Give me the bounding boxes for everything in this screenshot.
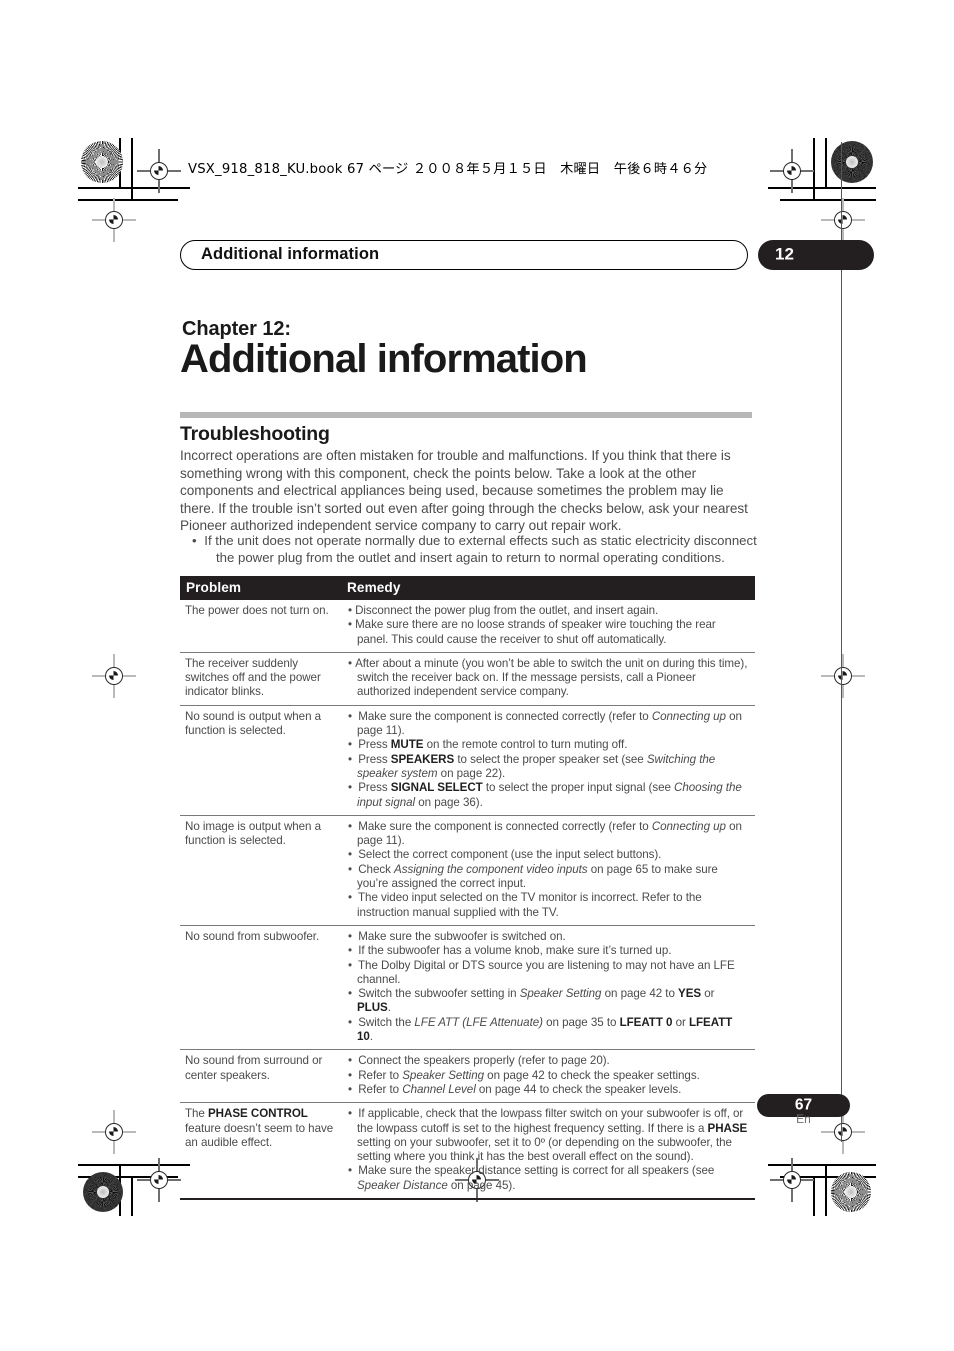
registration-mark-top-right-inner <box>770 149 814 193</box>
cell-remedy: •After about a minute (you won’t be able… <box>341 652 755 706</box>
gutter-guide-line <box>841 142 843 1142</box>
column-header-problem: Problem <box>180 576 341 600</box>
cell-remedy: • Make sure the component is connected c… <box>341 705 755 816</box>
cell-remedy: • Make sure the component is connected c… <box>341 815 755 926</box>
print-file-line: VSX_918_818_KU.book 67 ページ ２００８年５月１５日 木曜… <box>188 162 708 177</box>
cell-remedy: • Make sure the subwoofer is switched on… <box>341 925 755 1051</box>
cell-problem: No sound is output when a function is se… <box>180 705 341 816</box>
registration-mark-right-middle <box>821 654 865 698</box>
cell-problem: No sound from subwoofer. <box>180 925 341 1051</box>
table-row: No sound is output when a function is se… <box>180 705 755 816</box>
remedy-item: •Make sure there are no loose strands of… <box>348 618 716 646</box>
crop-mark-top-right-h <box>768 187 876 189</box>
table-row: The PHASE CONTROL feature doesn’t seem t… <box>180 1102 755 1200</box>
cell-remedy: • If applicable, check that the lowpass … <box>341 1102 755 1200</box>
remedy-item: • The Dolby Digital or DTS source you ar… <box>348 958 735 986</box>
rosette-mark-bottom-right <box>831 1172 871 1212</box>
running-head-title: Additional information <box>201 245 380 264</box>
table-header-row: Problem Remedy <box>180 576 755 600</box>
rosette-mark-top-right <box>831 141 873 183</box>
remedy-item: • If the subwoofer has a volume knob, ma… <box>348 944 672 958</box>
remedy-item: • Make sure the subwoofer is switched on… <box>348 929 566 943</box>
section-bullet-line-1: If the unit does not operate normally du… <box>204 533 757 548</box>
remedy-item: • Press SIGNAL SELECT to select the prop… <box>348 781 742 809</box>
remedy-item: •After about a minute (you won’t be able… <box>348 656 748 699</box>
remedy-item: • Refer to Channel Level on page 44 to c… <box>348 1082 682 1096</box>
crop-mark-bottom-left-h <box>78 1164 190 1166</box>
section-intro-paragraph: Incorrect operations are often mistaken … <box>180 448 748 534</box>
table-row: No sound from subwoofer. • Make sure the… <box>180 925 755 1051</box>
table-body: The power does not turn on. •Disconnect … <box>180 600 755 1200</box>
section-divider <box>180 412 752 418</box>
registration-mark-bottom-left-inner <box>137 1158 181 1202</box>
table-row: The power does not turn on. •Disconnect … <box>180 600 755 653</box>
table-row: The receiver suddenly switches off and t… <box>180 652 755 706</box>
crop-mark-top-left-v2 <box>131 138 133 200</box>
section-bullet-line-2: the power plug from the outlet and inser… <box>216 550 725 566</box>
chapter-number-badge: 12 <box>758 240 874 270</box>
crop-mark-bottom-right-v <box>825 1164 827 1216</box>
crop-mark-bottom-left-v2 <box>131 1176 133 1216</box>
running-head-pill: Additional information <box>180 240 748 270</box>
remedy-item: • Switch the LFE ATT (LFE Attenuate) on … <box>348 1015 733 1044</box>
crop-mark-top-right-h2 <box>780 199 876 201</box>
remedy-item: • Make sure the speaker distance setting… <box>348 1164 715 1192</box>
remedy-item: • Switch the subwoofer setting in Speake… <box>348 987 715 1015</box>
remedy-item: • Make sure the component is connected c… <box>348 709 742 738</box>
rosette-mark-top-left <box>81 141 123 183</box>
crop-mark-bottom-right-h <box>768 1164 876 1166</box>
section-bullet-item: • If the unit does not operate normally … <box>192 532 758 567</box>
cell-problem: The PHASE CONTROL feature doesn’t seem t… <box>180 1102 341 1200</box>
chapter-number-text: 12 <box>775 244 794 264</box>
crop-mark-top-right-v2 <box>813 138 815 200</box>
cell-remedy: •Disconnect the power plug from the outl… <box>341 600 755 653</box>
remedy-item: • Connect the speakers properly (refer t… <box>348 1054 610 1068</box>
page-language-code: En <box>796 1112 811 1126</box>
cell-problem: The power does not turn on. <box>180 600 341 653</box>
page-canvas: VSX_918_818_KU.book 67 ページ ２００８年５月１５日 木曜… <box>0 0 954 1351</box>
cell-problem: No image is output when a function is se… <box>180 815 341 926</box>
bullet-glyph: • <box>192 533 201 548</box>
crop-mark-top-left-h <box>78 187 190 189</box>
remedy-item: • The video input selected on the TV mon… <box>348 891 702 919</box>
troubleshooting-table: Problem Remedy The power does not turn o… <box>180 576 755 1200</box>
registration-mark-bottom-right-inner <box>770 1158 814 1202</box>
remedy-item: • Select the correct component (use the … <box>348 848 662 862</box>
registration-mark-top-left-inner <box>137 149 181 193</box>
column-header-remedy: Remedy <box>341 576 755 600</box>
table-row: No image is output when a function is se… <box>180 815 755 926</box>
registration-mark-left-upper <box>92 198 136 242</box>
page-title: Additional information <box>180 337 588 381</box>
registration-mark-left-middle <box>92 654 136 698</box>
cell-problem: The receiver suddenly switches off and t… <box>180 652 341 706</box>
rosette-mark-bottom-left <box>83 1172 123 1212</box>
registration-mark-left-lower <box>92 1110 136 1154</box>
remedy-item: • Check Assigning the component video in… <box>348 862 718 891</box>
remedy-item: • Make sure the component is connected c… <box>348 819 742 848</box>
remedy-item: • Press SPEAKERS to select the proper sp… <box>348 752 716 780</box>
cell-problem: No sound from surround or center speaker… <box>180 1049 341 1104</box>
remedy-item: •Disconnect the power plug from the outl… <box>348 604 659 617</box>
crop-mark-top-right-v <box>825 138 827 188</box>
remedy-item: • Refer to Speaker Setting on page 42 to… <box>348 1068 700 1082</box>
crop-mark-bottom-right-v2 <box>813 1176 815 1216</box>
cell-remedy: • Connect the speakers properly (refer t… <box>341 1049 755 1104</box>
section-title: Troubleshooting <box>180 423 330 445</box>
registration-mark-right-upper <box>821 198 865 242</box>
remedy-item: • Press MUTE on the remote control to tu… <box>348 738 628 752</box>
crop-mark-top-left-h2 <box>78 199 178 201</box>
table-row: No sound from surround or center speaker… <box>180 1049 755 1104</box>
remedy-item: • If applicable, check that the lowpass … <box>348 1107 748 1164</box>
